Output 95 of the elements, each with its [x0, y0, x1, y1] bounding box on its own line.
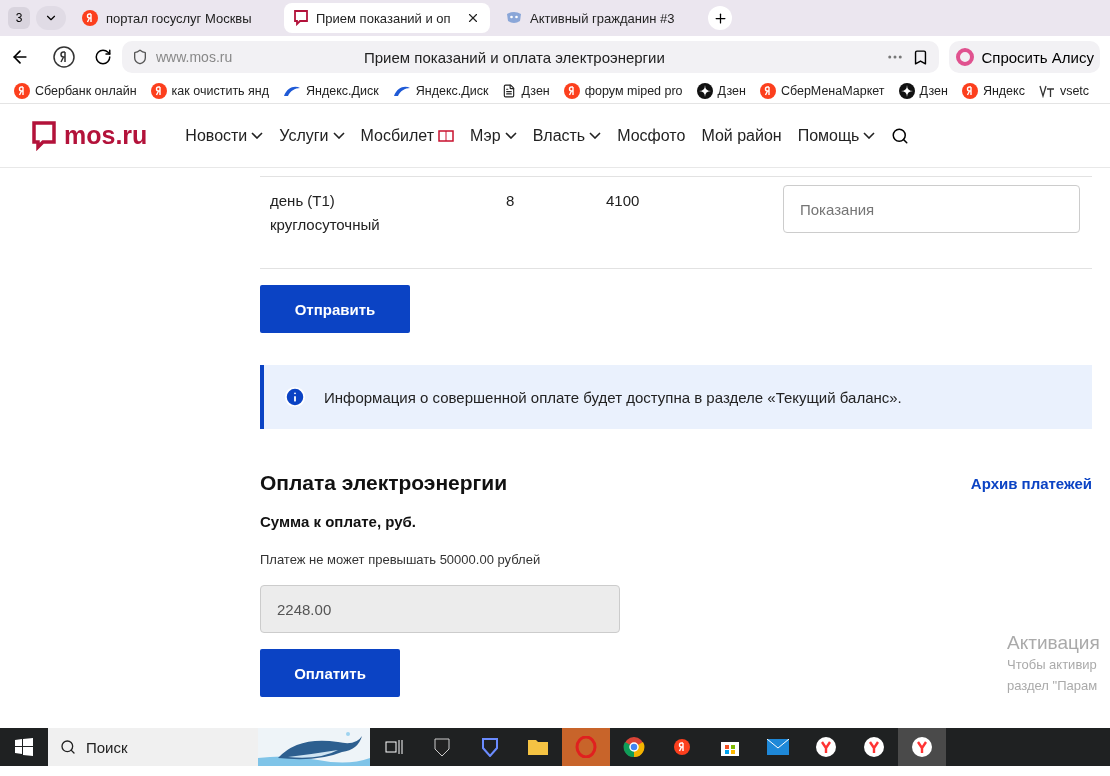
bookmark-link[interactable]: Дзен	[502, 83, 550, 98]
address-bar[interactable]: www.mos.ru Прием показаний и оплата электроэнергии	[122, 41, 940, 73]
pay-button[interactable]: Оплатить	[260, 649, 400, 697]
bookmark-label: Яндекс	[982, 83, 1025, 98]
bookmark-link[interactable]: СберМенаМаркет	[759, 82, 885, 99]
search-icon[interactable]	[891, 126, 910, 145]
mail-icon[interactable]	[767, 739, 789, 755]
shield-icon	[132, 49, 148, 65]
browser-icon[interactable]	[863, 736, 885, 758]
activation-text: Чтобы активир	[1007, 656, 1098, 674]
table-cell-text: 4100	[606, 191, 641, 211]
yandex-icon	[961, 82, 978, 99]
bookmark-label: Дзен	[919, 83, 948, 98]
url-text: www.mos.ru	[156, 49, 234, 65]
nav-link[interactable]: Власть	[532, 126, 602, 145]
yandex-icon	[759, 82, 776, 99]
chevron-icon	[589, 132, 602, 139]
windows-icon[interactable]	[15, 738, 33, 756]
bookmark-label: Дзен	[521, 83, 550, 98]
browser-tab[interactable]: Активный гражданин #3	[496, 3, 702, 33]
shield-icon[interactable]	[481, 737, 499, 757]
chrome-icon[interactable]	[623, 736, 645, 758]
browser-tab[interactable]: Прием показаний и оп	[284, 3, 490, 33]
submit-button[interactable]: Отправить	[260, 285, 410, 333]
vt-icon	[1038, 83, 1055, 98]
activation-title: Активация	[1007, 632, 1100, 654]
bookmark-link[interactable]: Дзен	[898, 82, 948, 99]
nav-link[interactable]: Мой район	[701, 126, 782, 145]
browser-tab[interactable]: портал госуслуг Москвы	[72, 3, 278, 33]
table-cell-text: 8	[506, 191, 516, 211]
search-icon	[60, 739, 76, 755]
chevron-icon	[863, 132, 876, 139]
bookmark-link[interactable]: Яндекс.Диск	[283, 83, 379, 98]
bookmark-label: Яндекс.Диск	[306, 83, 379, 98]
yandex-icon	[14, 82, 30, 99]
nav-link[interactable]: Новости	[185, 126, 264, 145]
task-view-icon[interactable]	[385, 739, 403, 755]
yandex-icon	[150, 82, 167, 99]
reload-icon[interactable]	[94, 48, 112, 66]
yandex-icon	[82, 10, 98, 26]
bookmark-link[interactable]: Сбербанк онлайн	[14, 82, 137, 99]
reading-input[interactable]: Показания	[783, 185, 1080, 233]
bookmark-label: форум miped pro	[584, 83, 683, 98]
archive-link[interactable]: Архив платежей	[970, 474, 1092, 492]
activation-text: раздел "Парам	[1007, 677, 1099, 695]
close-icon[interactable]	[466, 11, 480, 25]
bookmark-label: Дзен	[717, 83, 746, 98]
zen-icon	[898, 82, 915, 99]
tab-counter[interactable]: 3	[8, 7, 30, 29]
helmet-icon[interactable]	[433, 737, 451, 757]
page-title: Прием показаний и оплата электроэнергии	[364, 48, 666, 66]
nav-link[interactable]: Мосбилет	[360, 126, 455, 145]
bookmark-label: СберМенаМаркет	[780, 83, 885, 98]
section-title: Оплата электроэнергии	[260, 471, 508, 495]
bookmark-link[interactable]: Яндекс.Диск	[392, 83, 489, 98]
nav-link[interactable]: Мэр	[470, 126, 517, 145]
yandex-icon[interactable]	[52, 45, 76, 69]
browser-icon[interactable]	[815, 736, 837, 758]
amount-hint: Платеж не может превышать 50000.00 рублей	[260, 552, 542, 567]
bookmark-label: Яндекс.Диск	[415, 83, 489, 98]
nav-link[interactable]: Помощь	[797, 126, 876, 145]
bookmark-label: как очистить янд	[171, 83, 270, 98]
document-icon	[502, 83, 517, 98]
taskbar-search[interactable]: Поиск	[48, 728, 258, 766]
tariff-cell-text: день (Т1) круглосуточный	[270, 191, 381, 235]
mask-icon	[506, 11, 522, 25]
new-tab-button[interactable]	[708, 6, 732, 30]
ring-icon	[955, 47, 976, 67]
logo-icon	[32, 120, 56, 151]
bookmark-link[interactable]: Дзен	[696, 82, 746, 99]
amount-field[interactable]: 2248.00	[260, 585, 620, 633]
browser-icon[interactable]	[911, 736, 933, 758]
bookmark-link[interactable]: vsetc	[1038, 83, 1090, 98]
folder-icon[interactable]	[527, 738, 549, 756]
ticket-icon	[438, 129, 455, 142]
info-icon	[284, 386, 306, 408]
zen-icon	[696, 82, 713, 99]
speech-bubble-icon	[294, 10, 308, 26]
bookmark-link[interactable]: как очистить янд	[150, 82, 270, 99]
yandex-icon	[674, 739, 690, 755]
bookmark-label: Сбербанк онлайн	[35, 83, 137, 98]
chevron-icon	[251, 132, 264, 139]
site-logo[interactable]: mos.ru	[64, 121, 148, 150]
chevron-icon	[332, 132, 345, 139]
chevron-icon	[504, 132, 517, 139]
bookmark-link[interactable]: форум miped pro	[563, 82, 683, 99]
nav-link[interactable]: Мосфото	[617, 126, 686, 145]
yandex-icon	[563, 82, 580, 99]
nav-link[interactable]: Услуги	[279, 126, 345, 145]
bookmark-label: vsetc	[1059, 83, 1090, 98]
amount-label: Сумма к оплате, руб.	[260, 513, 417, 530]
alice-button[interactable]: Спросить Алису	[949, 41, 1100, 73]
plus-icon	[712, 10, 728, 26]
bookmark-link[interactable]: Яндекс	[961, 82, 1025, 99]
info-text: Информация о совершенной оплате будет доступна в разделе «Текущий баланс».	[324, 388, 902, 406]
